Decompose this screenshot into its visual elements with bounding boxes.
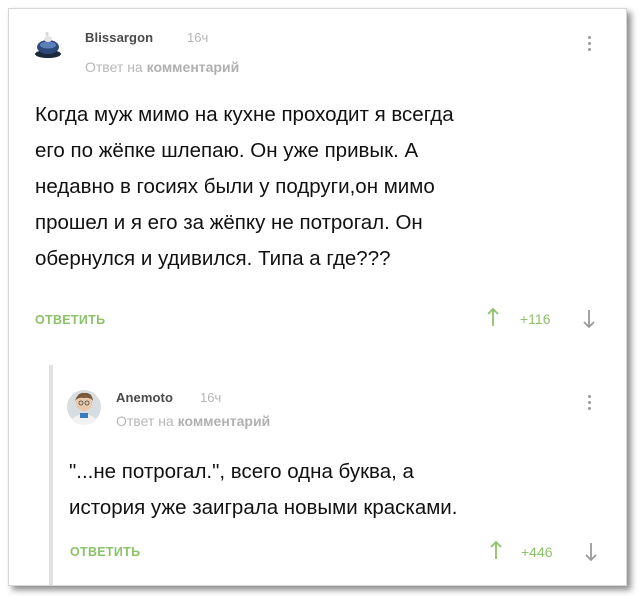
reply-to-target[interactable]: комментарий: [178, 413, 271, 429]
reply-button[interactable]: ОТВЕТИТЬ: [70, 545, 140, 559]
author-name[interactable]: Anemoto: [116, 390, 173, 405]
reply-to[interactable]: Ответ на комментарий: [116, 413, 270, 429]
screenshot-frame: Blissargon 16ч Ответ на комментарий Когд…: [8, 8, 627, 586]
arrow-up-icon[interactable]: [490, 540, 502, 560]
avatar-image: [67, 390, 101, 425]
reply-to-prefix: Ответ на: [116, 413, 174, 429]
more-vertical-icon[interactable]: [586, 395, 592, 415]
comment-text-line: история уже заиграла новыми красками.: [69, 496, 458, 519]
comment-text: "...не потрогал.", всего одна буква, а и…: [69, 454, 457, 526]
avatar-anemoto[interactable]: [66, 389, 102, 425]
comment-score: +446: [521, 544, 553, 560]
comment-text-line: "...не потрогал.", всего одна буква, а: [69, 460, 414, 483]
arrow-down-icon[interactable]: [585, 542, 597, 562]
comment-time: 16ч: [200, 390, 222, 405]
comment-anemoto: Anemoto 16ч Ответ на комментарий "...не …: [9, 9, 626, 585]
